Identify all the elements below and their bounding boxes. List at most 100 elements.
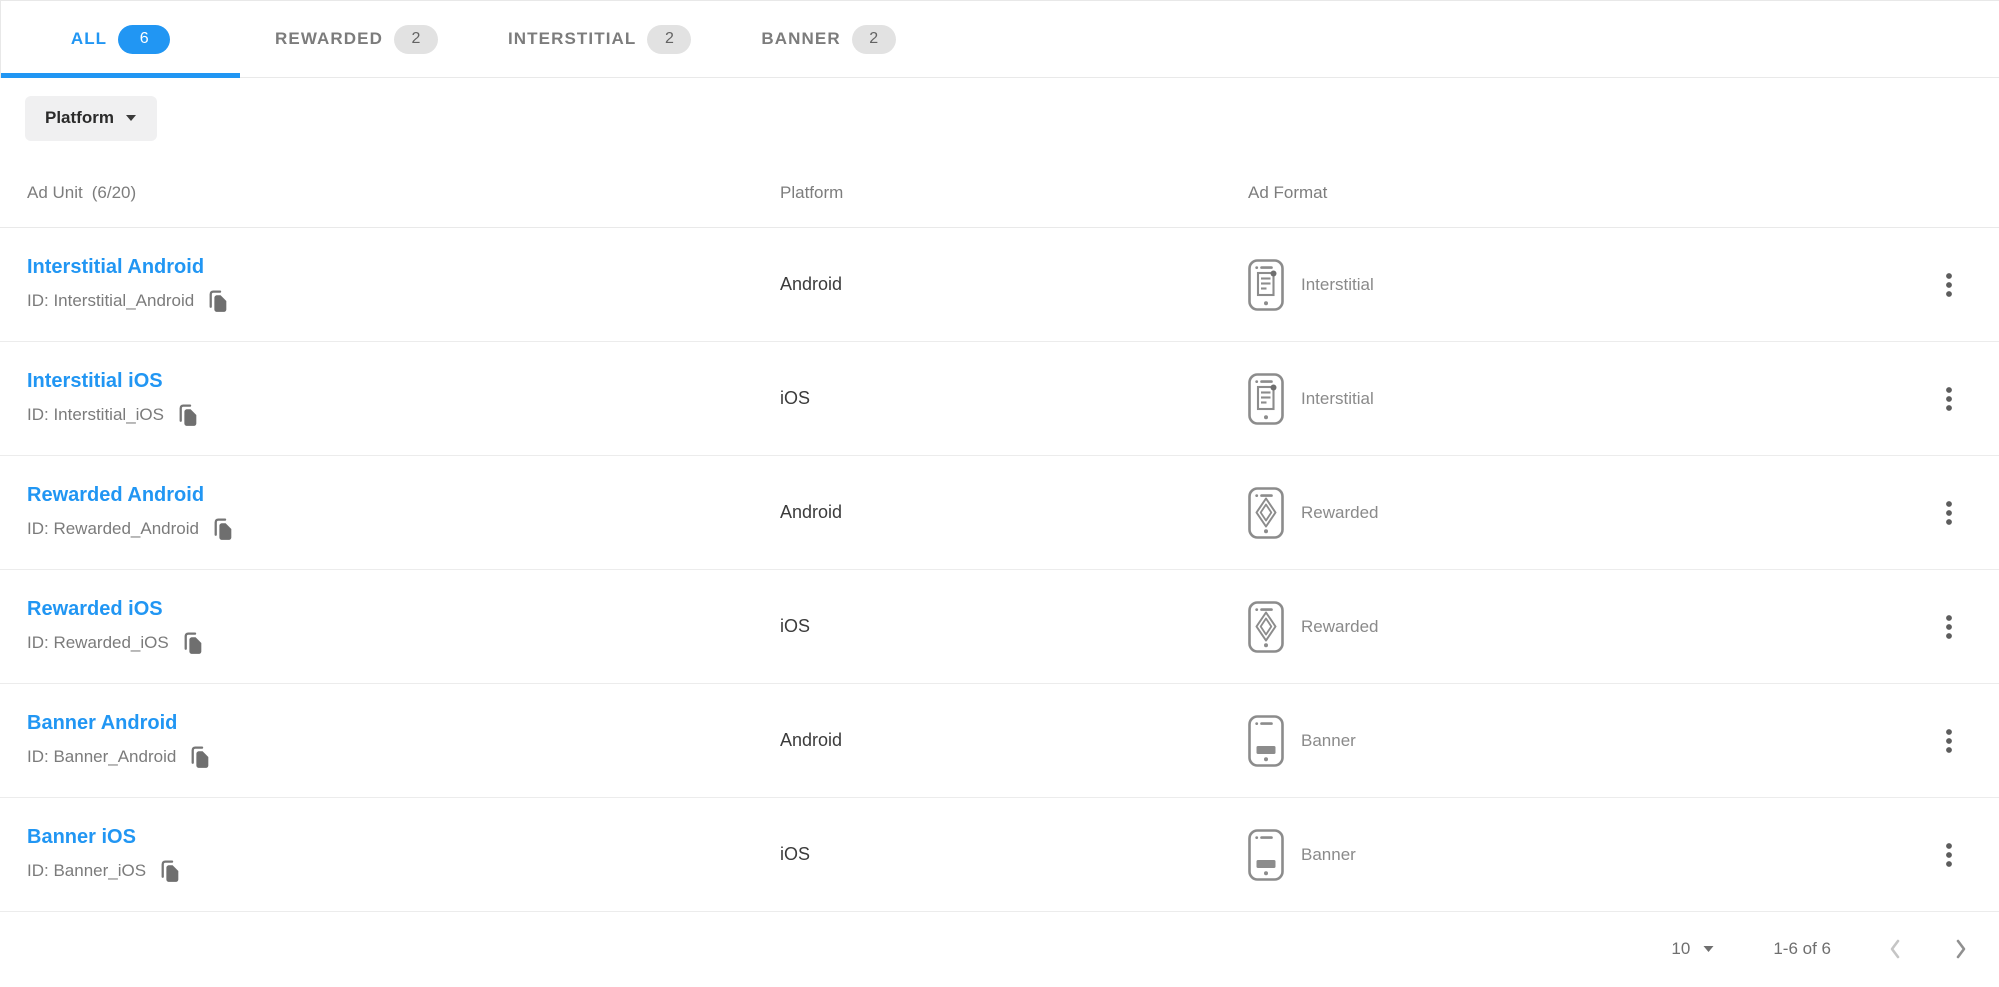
ad-unit-id: ID: Rewarded_Android [27,519,199,539]
ad-format-label: Interstitial [1301,275,1374,295]
platform-filter-button[interactable]: Platform [25,96,157,141]
kebab-menu-icon [1944,272,1954,298]
row-actions [1899,720,1999,762]
row-menu-button[interactable] [1936,720,1962,762]
column-header-ad-unit: Ad Unit (6/20) [0,183,780,203]
ad-unit-cell: Rewarded Android ID: Rewarded_Android [0,484,780,542]
copy-icon [159,858,181,884]
tab-interstitial-label: INTERSTITIAL [508,29,636,49]
chevron-left-icon [1887,937,1903,961]
ad-unit-link[interactable]: Interstitial Android [27,256,204,279]
table-header: Ad Unit (6/20) Platform Ad Format [0,158,1999,228]
caret-down-icon [1702,945,1715,953]
tab-all-count-badge: 6 [118,25,170,54]
ad-format-cell: Rewarded [1248,487,1899,539]
copy-id-button[interactable] [182,630,204,656]
row-menu-button[interactable] [1936,378,1962,420]
ad-unit-cell: Interstitial Android ID: Interstitial_An… [0,256,780,314]
row-actions [1899,834,1999,876]
copy-id-button[interactable] [207,288,229,314]
ad-unit-id-line: ID: Rewarded_iOS [27,630,780,656]
kebab-menu-icon [1944,842,1954,868]
copy-id-button[interactable] [189,744,211,770]
rewarded-phone-icon [1248,487,1284,539]
ad-unit-link[interactable]: Rewarded Android [27,484,204,507]
copy-icon [189,744,211,770]
ad-unit-id: ID: Interstitial_iOS [27,405,164,425]
platform-cell: Android [780,274,1248,295]
ad-unit-id-line: ID: Interstitial_Android [27,288,780,314]
kebab-menu-icon [1944,500,1954,526]
ad-unit-id: ID: Banner_iOS [27,861,146,881]
previous-page-button[interactable] [1883,933,1907,965]
ad-format-cell: Banner [1248,715,1899,767]
ad-unit-id: ID: Banner_Android [27,747,176,767]
tab-rewarded-label: REWARDED [275,29,383,49]
table-row: Interstitial iOS ID: Interstitial_iOS iO… [0,342,1999,456]
tab-rewarded[interactable]: REWARDED 2 [240,1,473,77]
ad-format-cell: Rewarded [1248,601,1899,653]
platform-cell: Android [780,730,1248,751]
rewarded-phone-icon [1248,601,1284,653]
filter-bar: Platform [0,78,1999,158]
pagination-bar: 10 1-6 of 6 [0,912,1999,986]
tab-all[interactable]: ALL 6 [1,1,240,77]
interstitial-phone-icon [1248,259,1284,311]
ad-format-label: Rewarded [1301,503,1379,523]
ad-unit-link[interactable]: Banner iOS [27,826,136,849]
page-size-value: 10 [1671,939,1690,959]
ad-unit-id: ID: Interstitial_Android [27,291,194,311]
kebab-menu-icon [1944,614,1954,640]
table-row: Banner Android ID: Banner_Android Androi… [0,684,1999,798]
ad-unit-link[interactable]: Banner Android [27,712,177,735]
ad-format-cell: Interstitial [1248,373,1899,425]
page-size-select[interactable]: 10 [1671,939,1715,959]
ad-format-cell: Banner [1248,829,1899,881]
platform-cell: Android [780,502,1248,523]
ad-format-cell: Interstitial [1248,259,1899,311]
ad-unit-id-line: ID: Interstitial_iOS [27,402,780,428]
row-actions [1899,606,1999,648]
ad-units-panel: ALL 6 REWARDED 2 INTERSTITIAL 2 BANNER 2… [0,0,1999,987]
table-row: Interstitial Android ID: Interstitial_An… [0,228,1999,342]
ad-unit-link[interactable]: Interstitial iOS [27,370,163,393]
tab-banner-label: BANNER [761,29,840,49]
row-menu-button[interactable] [1936,264,1962,306]
ad-format-label: Rewarded [1301,617,1379,637]
platform-cell: iOS [780,616,1248,637]
copy-icon [207,288,229,314]
tab-all-label: ALL [71,29,107,49]
column-header-platform: Platform [780,183,1248,203]
row-menu-button[interactable] [1936,834,1962,876]
platform-cell: iOS [780,388,1248,409]
chevron-right-icon [1953,937,1969,961]
column-header-ad-format: Ad Format [1248,183,1899,203]
row-menu-button[interactable] [1936,606,1962,648]
ad-unit-id-line: ID: Rewarded_Android [27,516,780,542]
ad-unit-id-line: ID: Banner_iOS [27,858,780,884]
kebab-menu-icon [1944,728,1954,754]
kebab-menu-icon [1944,386,1954,412]
row-menu-button[interactable] [1936,492,1962,534]
caret-down-icon [125,114,137,122]
copy-id-button[interactable] [159,858,181,884]
tab-banner[interactable]: BANNER 2 [726,1,930,77]
ad-unit-cell: Rewarded iOS ID: Rewarded_iOS [0,598,780,656]
ad-unit-cell: Interstitial iOS ID: Interstitial_iOS [0,370,780,428]
interstitial-phone-icon [1248,373,1284,425]
copy-icon [212,516,234,542]
banner-phone-icon [1248,715,1284,767]
ad-unit-id-line: ID: Banner_Android [27,744,780,770]
tab-rewarded-count-badge: 2 [394,25,438,54]
ad-format-tabs: ALL 6 REWARDED 2 INTERSTITIAL 2 BANNER 2 [0,0,1999,78]
platform-filter-label: Platform [45,108,114,128]
next-page-button[interactable] [1949,933,1973,965]
table-row: Banner iOS ID: Banner_iOS iOS Banner [0,798,1999,912]
ad-format-label: Interstitial [1301,389,1374,409]
tab-interstitial[interactable]: INTERSTITIAL 2 [473,1,726,77]
copy-id-button[interactable] [177,402,199,428]
copy-id-button[interactable] [212,516,234,542]
ad-unit-link[interactable]: Rewarded iOS [27,598,163,621]
platform-cell: iOS [780,844,1248,865]
ad-unit-cell: Banner iOS ID: Banner_iOS [0,826,780,884]
